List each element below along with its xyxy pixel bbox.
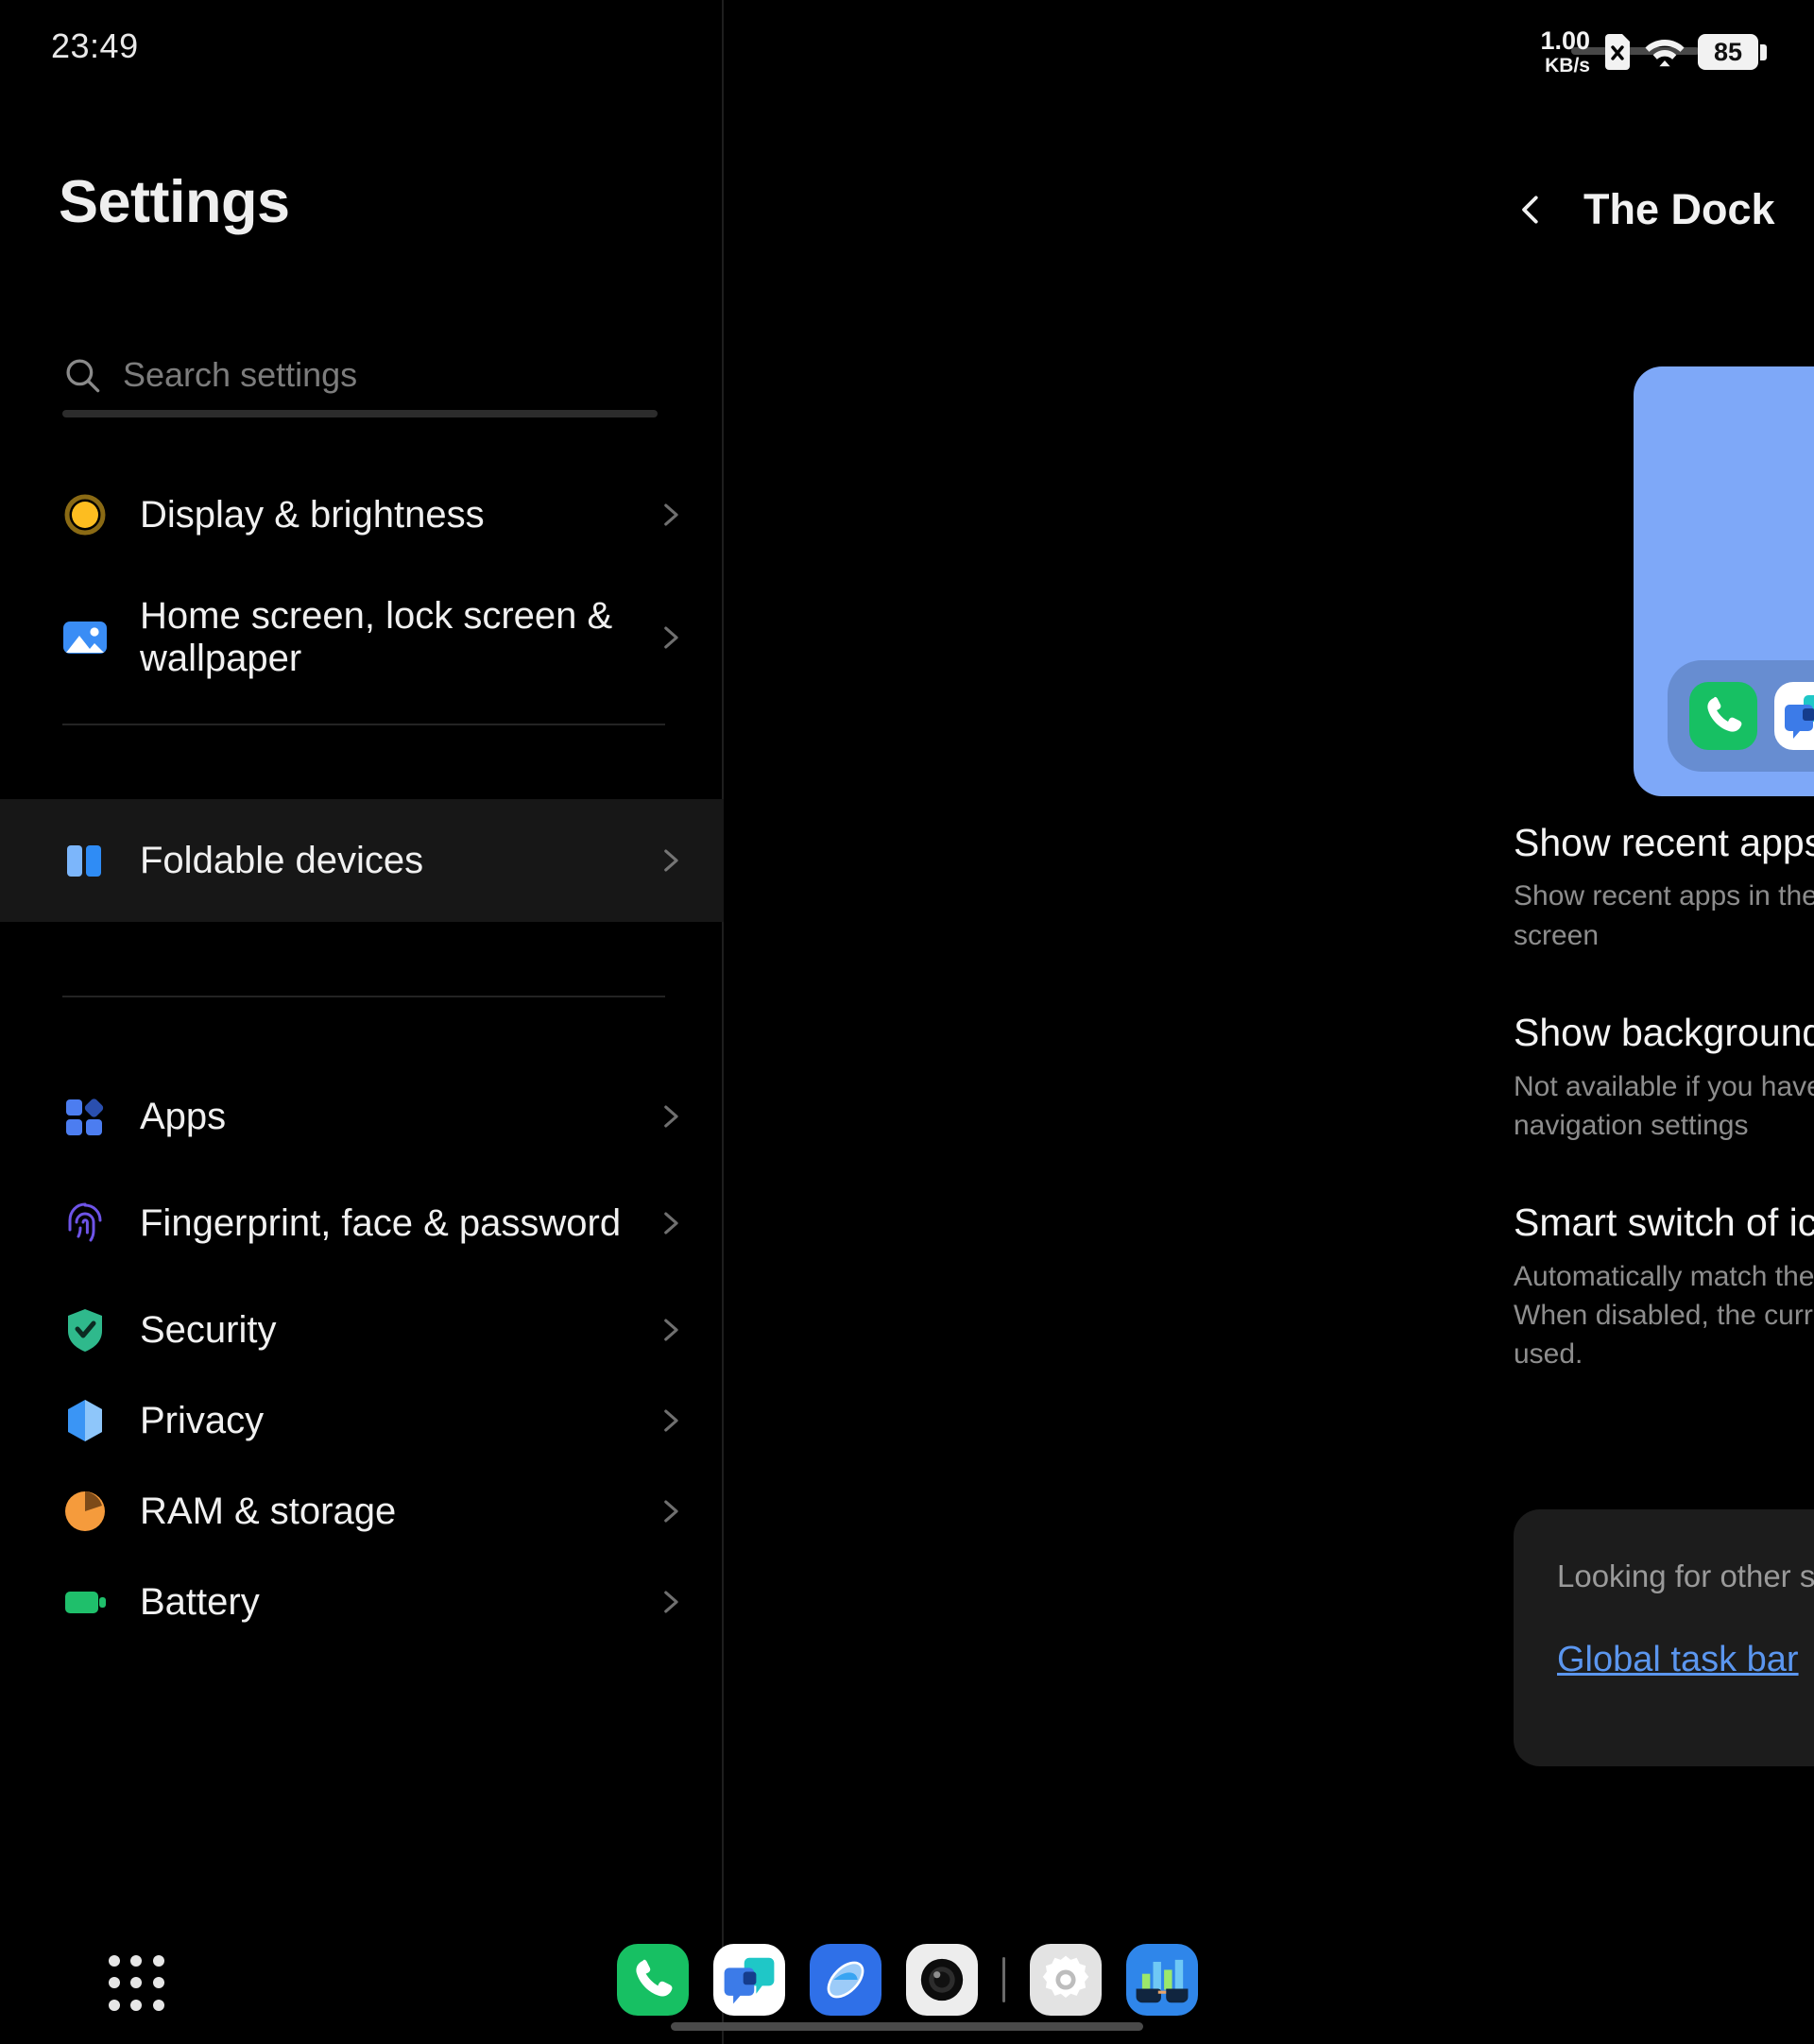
sidebar-item-apps[interactable]: Apps — [0, 1071, 724, 1162]
brightness-icon — [59, 488, 111, 541]
sim-card-disabled-icon — [1603, 34, 1632, 70]
browser-app-icon[interactable] — [809, 1944, 881, 2016]
sidebar-item-label: Battery — [140, 1580, 260, 1623]
sidebar-item-label: RAM & storage — [140, 1490, 397, 1532]
sidebar-item-fingerprint-face-password[interactable]: Fingerprint, face & password — [0, 1162, 724, 1285]
dock-preview-bar — [1668, 660, 1814, 772]
setting-description: Automatically match the icon style with … — [1514, 1260, 1814, 1371]
dock-settings-list: Show recent apps Show recent apps in the… — [1514, 820, 1814, 1429]
home-indicator[interactable] — [671, 2022, 1143, 2031]
phone-app-icon[interactable] — [616, 1944, 689, 2016]
setting-row-smart-switch-icon-style[interactable]: Smart switch of icon style Automatically… — [1514, 1200, 1814, 1429]
sidebar-item-label: Display & brightness — [140, 493, 485, 536]
sidebar-item-label: Security — [140, 1308, 277, 1351]
detail-pane: 1.00 KB/s 85 The Dock Show recent apps S… — [724, 0, 1814, 2044]
global-task-bar-link[interactable]: Global task bar — [1557, 1640, 1799, 1680]
setting-text: Show background Not available if you hav… — [1514, 1010, 1814, 1145]
wifi-icon — [1645, 36, 1685, 68]
settings-app-icon[interactable] — [1029, 1944, 1102, 2016]
setting-text: Smart switch of icon style Automatically… — [1514, 1200, 1814, 1374]
stats-glasses-app-icon[interactable] — [1125, 1944, 1198, 2016]
setting-description: Show recent apps in the Dock and global … — [1514, 880, 1814, 951]
chevron-right-icon — [654, 622, 686, 654]
sidebar-divider — [62, 724, 665, 725]
status-bar-clock: 23:49 — [51, 26, 139, 65]
settings-screen: 23:49 Settings Search settings Display &… — [0, 0, 1814, 2044]
chevron-right-icon — [654, 1207, 686, 1239]
messages-app-icon[interactable] — [712, 1944, 785, 2016]
chevron-right-icon — [654, 1586, 686, 1618]
chevron-right-icon — [654, 1495, 686, 1527]
taskbar-app-icons — [0, 1944, 1814, 2016]
fingerprint-icon — [59, 1197, 111, 1250]
settings-nav-list: Display & brightness Home screen, lock s… — [0, 453, 724, 1647]
setting-description: Not available if you have selected Navig… — [1514, 1070, 1814, 1141]
chevron-right-icon — [654, 844, 686, 877]
system-taskbar — [0, 1923, 1814, 2044]
messages-app-icon — [1774, 682, 1814, 750]
detail-header: The Dock — [1514, 185, 1775, 234]
chevron-right-icon — [654, 1314, 686, 1346]
sidebar-item-home-lock-wallpaper[interactable]: Home screen, lock screen & wallpaper — [0, 576, 724, 699]
sidebar-item-foldable-devices[interactable]: Foldable devices — [0, 799, 724, 922]
ram-storage-pie-icon — [59, 1485, 111, 1538]
setting-row-show-background[interactable]: Show background Not available if you hav… — [1514, 1010, 1814, 1200]
sidebar-item-label: Home screen, lock screen & wallpaper — [140, 595, 613, 679]
chevron-left-icon[interactable] — [1514, 192, 1549, 228]
battery-icon — [59, 1576, 111, 1628]
search-icon — [62, 355, 102, 395]
chevron-right-icon — [654, 1100, 686, 1133]
search-settings-field[interactable]: Search settings — [62, 348, 658, 421]
setting-title: Show background — [1514, 1011, 1814, 1055]
detail-title: The Dock — [1583, 185, 1775, 233]
setting-row-show-recent-apps[interactable]: Show recent apps Show recent apps in the… — [1514, 820, 1814, 1010]
privacy-cube-icon — [59, 1394, 111, 1447]
sidebar-item-display-brightness[interactable]: Display & brightness — [0, 453, 724, 576]
status-bar-indicators: 1.00 KB/s 85 — [1540, 28, 1767, 76]
other-settings-card: Looking for other settings? Global task … — [1514, 1509, 1814, 1766]
sidebar-item-label: Privacy — [140, 1399, 265, 1441]
sidebar-item-label: Apps — [140, 1095, 227, 1137]
camera-app-icon[interactable] — [905, 1944, 978, 2016]
wallpaper-icon — [59, 611, 111, 664]
dock-preview-card — [1634, 366, 1814, 796]
setting-title: Smart switch of icon style — [1514, 1201, 1814, 1245]
page-title: Settings — [59, 169, 290, 235]
security-shield-icon — [59, 1303, 111, 1356]
sidebar-item-label: Foldable devices — [140, 839, 424, 881]
other-settings-question: Looking for other settings? — [1557, 1559, 1814, 1593]
search-underline — [62, 410, 658, 417]
apps-icon — [59, 1090, 111, 1143]
search-input-placeholder[interactable]: Search settings — [123, 355, 357, 395]
network-speed-indicator: 1.00 KB/s — [1540, 26, 1590, 77]
taskbar-separator — [1001, 1957, 1005, 2002]
sidebar-item-ram-storage[interactable]: RAM & storage — [0, 1466, 724, 1557]
chevron-right-icon — [654, 1405, 686, 1437]
network-speed-value: 1.00 — [1540, 26, 1590, 55]
setting-text: Show recent apps Show recent apps in the… — [1514, 820, 1814, 955]
battery-status-icon: 85 — [1698, 34, 1767, 70]
chevron-right-icon — [654, 499, 686, 531]
sidebar-item-battery[interactable]: Battery — [0, 1557, 724, 1647]
sidebar-divider — [62, 996, 665, 997]
setting-title: Show recent apps — [1514, 821, 1814, 864]
phone-app-icon — [1689, 682, 1757, 750]
sidebar-item-security[interactable]: Security — [0, 1285, 724, 1375]
foldable-devices-icon — [59, 834, 111, 887]
battery-level-label: 85 — [1713, 37, 1743, 66]
sidebar-item-label: Fingerprint, face & password — [140, 1201, 622, 1244]
settings-sidebar: 23:49 Settings Search settings Display &… — [0, 0, 724, 2044]
network-speed-unit: KB/s — [1545, 55, 1590, 77]
sidebar-item-privacy[interactable]: Privacy — [0, 1375, 724, 1466]
